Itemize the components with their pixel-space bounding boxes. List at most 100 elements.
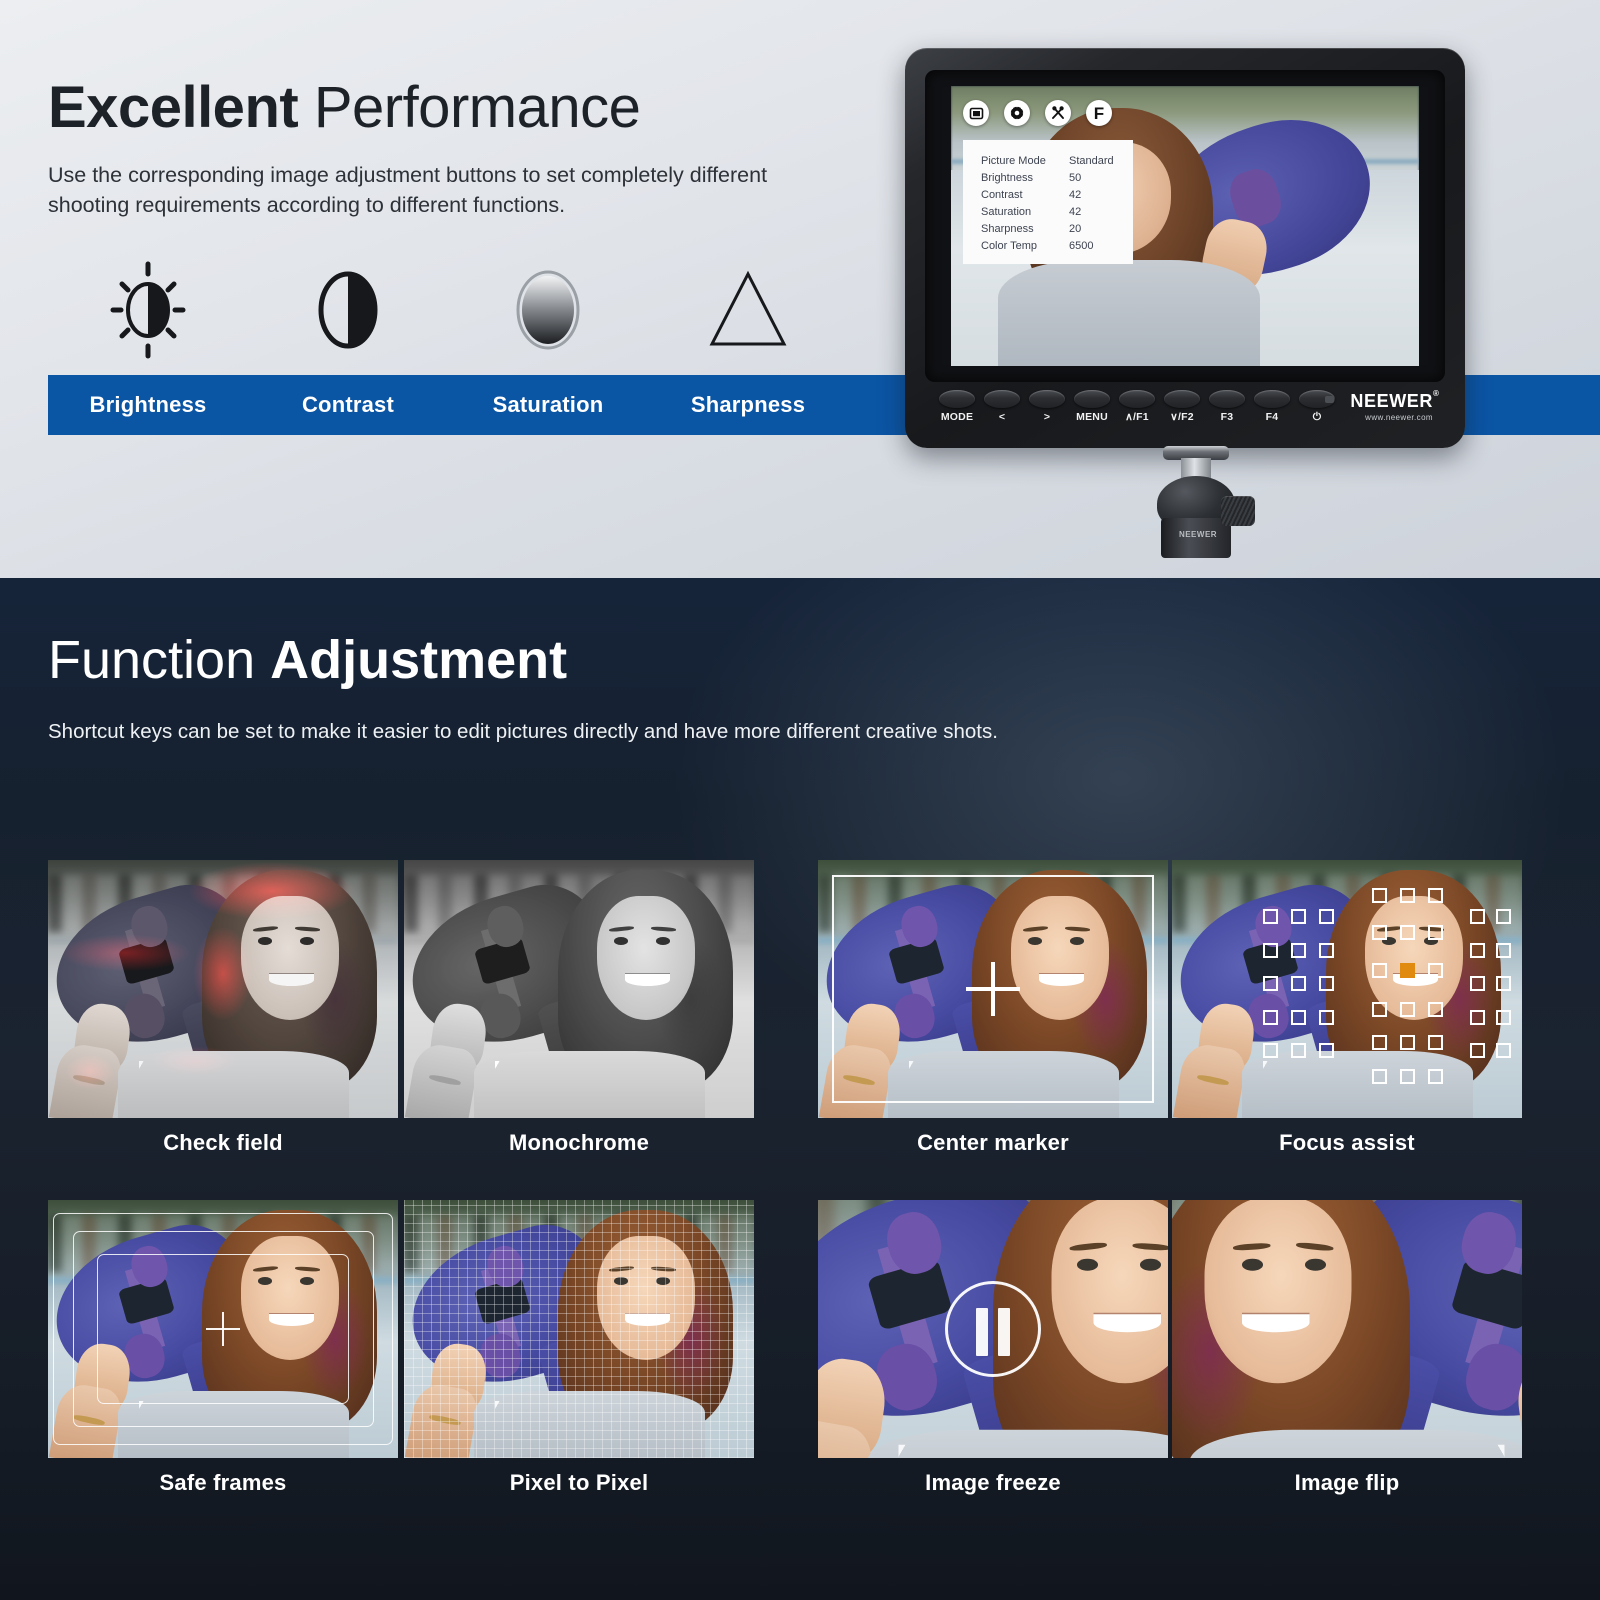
page-title: Excellent Performance bbox=[48, 75, 808, 140]
contrast-circle-icon bbox=[296, 258, 400, 362]
power-led-indicator bbox=[1325, 396, 1334, 403]
feature-icon-contrast bbox=[248, 246, 448, 374]
button-label-down-f2: ∨/F2 bbox=[1170, 411, 1194, 423]
brand-url: www.neewer.com bbox=[1365, 413, 1433, 422]
osd-row[interactable]: Color Temp 6500 bbox=[963, 237, 1133, 254]
panel-check-field[interactable] bbox=[48, 860, 398, 1118]
button-f4[interactable] bbox=[1254, 390, 1290, 408]
osd-key: Picture Mode bbox=[981, 154, 1046, 167]
image-freeze-image bbox=[818, 1200, 1168, 1458]
panel-focus-assist[interactable] bbox=[1172, 860, 1522, 1118]
panel-image-flip[interactable] bbox=[1172, 1200, 1522, 1458]
caption-focus-assist: Focus assist bbox=[1279, 1130, 1415, 1155]
osd-key: Color Temp bbox=[981, 239, 1038, 252]
button-label-power: ⏻ bbox=[1312, 411, 1322, 423]
pixel-to-pixel-image bbox=[404, 1200, 754, 1458]
brand-logo: NEEWER ® www.neewer.com bbox=[1350, 389, 1439, 422]
function-icon[interactable]: F bbox=[1086, 100, 1112, 126]
button-label-right: > bbox=[1043, 411, 1051, 423]
button-mode[interactable] bbox=[939, 390, 975, 408]
feature-icon-row bbox=[48, 246, 888, 374]
feature-label-sharpness: Sharpness bbox=[690, 392, 806, 417]
feature-icon-brightness bbox=[48, 246, 248, 374]
caption-safe-frames: Safe frames bbox=[159, 1470, 287, 1495]
picture-icon[interactable] bbox=[963, 100, 989, 126]
button-menu[interactable] bbox=[1074, 390, 1110, 408]
osd-key: Saturation bbox=[981, 205, 1032, 218]
osd-menu-panel[interactable]: Picture Mode Standard Brightness 50 Cont… bbox=[963, 140, 1133, 264]
button-right[interactable] bbox=[1029, 390, 1065, 408]
panel-image-freeze[interactable] bbox=[818, 1200, 1168, 1458]
caption-image-freeze: Image freeze bbox=[925, 1470, 1061, 1495]
gear-icon[interactable] bbox=[1004, 100, 1030, 126]
osd-row[interactable]: Sharpness 20 bbox=[963, 220, 1133, 237]
osd-row[interactable]: Saturation 42 bbox=[963, 203, 1133, 220]
button-label-mode: MODE bbox=[940, 411, 974, 423]
osd-row[interactable]: Picture Mode Standard bbox=[963, 152, 1133, 169]
osd-value: 20 bbox=[1069, 222, 1082, 235]
button-label-f4: F4 bbox=[1265, 411, 1279, 423]
tools-icon[interactable] bbox=[1045, 100, 1071, 126]
focus-assist-image bbox=[1172, 860, 1522, 1118]
feature-label-contrast: Contrast bbox=[301, 392, 395, 417]
mount-lock-knob[interactable] bbox=[1221, 496, 1255, 526]
osd-row[interactable]: Brightness 50 bbox=[963, 169, 1133, 186]
button-up-f1[interactable] bbox=[1119, 390, 1155, 408]
saturation-gradient-ellipse-icon bbox=[496, 258, 600, 362]
page-subtitle: Use the corresponding image adjustment b… bbox=[48, 162, 768, 217]
osd-value: 42 bbox=[1069, 205, 1082, 218]
feature-panel-grid: Check field Monochrome Center marker Foc… bbox=[0, 578, 1600, 1600]
brightness-sun-icon bbox=[96, 258, 200, 362]
brand-name: NEEWER ® bbox=[1350, 389, 1439, 412]
panel-safe-frames[interactable] bbox=[48, 1200, 398, 1458]
button-down-f2[interactable] bbox=[1164, 390, 1200, 408]
monitor-button-strip: MODE < > MENU ∧/F1 ∨/F2 F3 F4 ⏻ NEEWER ® … bbox=[925, 388, 1445, 436]
osd-value: 50 bbox=[1069, 171, 1082, 184]
page-title-light: Performance bbox=[313, 75, 641, 140]
caption-monochrome: Monochrome bbox=[508, 1130, 650, 1155]
caption-pixel-to-pixel: Pixel to Pixel bbox=[509, 1470, 649, 1495]
feature-icon-saturation bbox=[448, 246, 648, 374]
panel-pixel-to-pixel[interactable] bbox=[404, 1200, 754, 1458]
button-label-left: < bbox=[998, 411, 1006, 423]
feature-label-saturation: Saturation bbox=[492, 392, 604, 417]
monitor-button-labels: MODE < > MENU ∧/F1 ∨/F2 F3 F4 ⏻ bbox=[939, 411, 1335, 424]
performance-section: Excellent Performance Use the correspond… bbox=[0, 0, 1600, 578]
button-label-f3: F3 bbox=[1220, 411, 1234, 423]
button-label-menu: MENU bbox=[1076, 411, 1108, 423]
ball-head-mount: NEEWER bbox=[1137, 446, 1257, 558]
center-marker-image bbox=[818, 860, 1168, 1118]
image-flip-image bbox=[1172, 1200, 1522, 1458]
button-left[interactable] bbox=[984, 390, 1020, 408]
sharpness-triangle-icon bbox=[696, 258, 800, 362]
monitor-buttons bbox=[939, 390, 1335, 408]
field-monitor: F Picture Mode Standard Brightness 50 Co… bbox=[905, 48, 1465, 558]
caption-center-marker: Center marker bbox=[917, 1130, 1069, 1155]
mount-brand-name: NEEWER bbox=[1178, 530, 1218, 539]
feature-label-brightness: Brightness bbox=[89, 392, 207, 417]
monitor-body: F Picture Mode Standard Brightness 50 Co… bbox=[905, 48, 1465, 448]
brand-name-text: NEEWER bbox=[1350, 391, 1433, 411]
panel-center-marker[interactable] bbox=[818, 860, 1168, 1118]
monochrome-image bbox=[404, 860, 754, 1118]
monitor-bezel: F Picture Mode Standard Brightness 50 Co… bbox=[925, 70, 1445, 382]
osd-row[interactable]: Contrast 42 bbox=[963, 186, 1133, 203]
monitor-screen: F Picture Mode Standard Brightness 50 Co… bbox=[951, 86, 1419, 366]
panel-monochrome[interactable] bbox=[404, 860, 754, 1118]
osd-icon-bar: F bbox=[963, 100, 1112, 126]
osd-value: 42 bbox=[1069, 188, 1082, 201]
check-field-image bbox=[48, 860, 398, 1118]
osd-key: Contrast bbox=[981, 188, 1023, 201]
page-title-bold: Excellent bbox=[48, 75, 299, 140]
function-letter: F bbox=[1093, 103, 1105, 123]
brand-registered-mark: ® bbox=[1433, 389, 1440, 398]
osd-key: Sharpness bbox=[981, 222, 1034, 235]
osd-value: Standard bbox=[1069, 154, 1114, 167]
button-label-up-f1: ∧/F1 bbox=[1125, 411, 1149, 423]
osd-value: 6500 bbox=[1069, 239, 1094, 252]
function-adjustment-section: Function Adjustment Shortcut keys can be… bbox=[0, 578, 1600, 1600]
osd-key: Brightness bbox=[981, 171, 1033, 184]
safe-frames-image bbox=[48, 1200, 398, 1458]
button-f3[interactable] bbox=[1209, 390, 1245, 408]
caption-check-field: Check field bbox=[163, 1130, 283, 1155]
